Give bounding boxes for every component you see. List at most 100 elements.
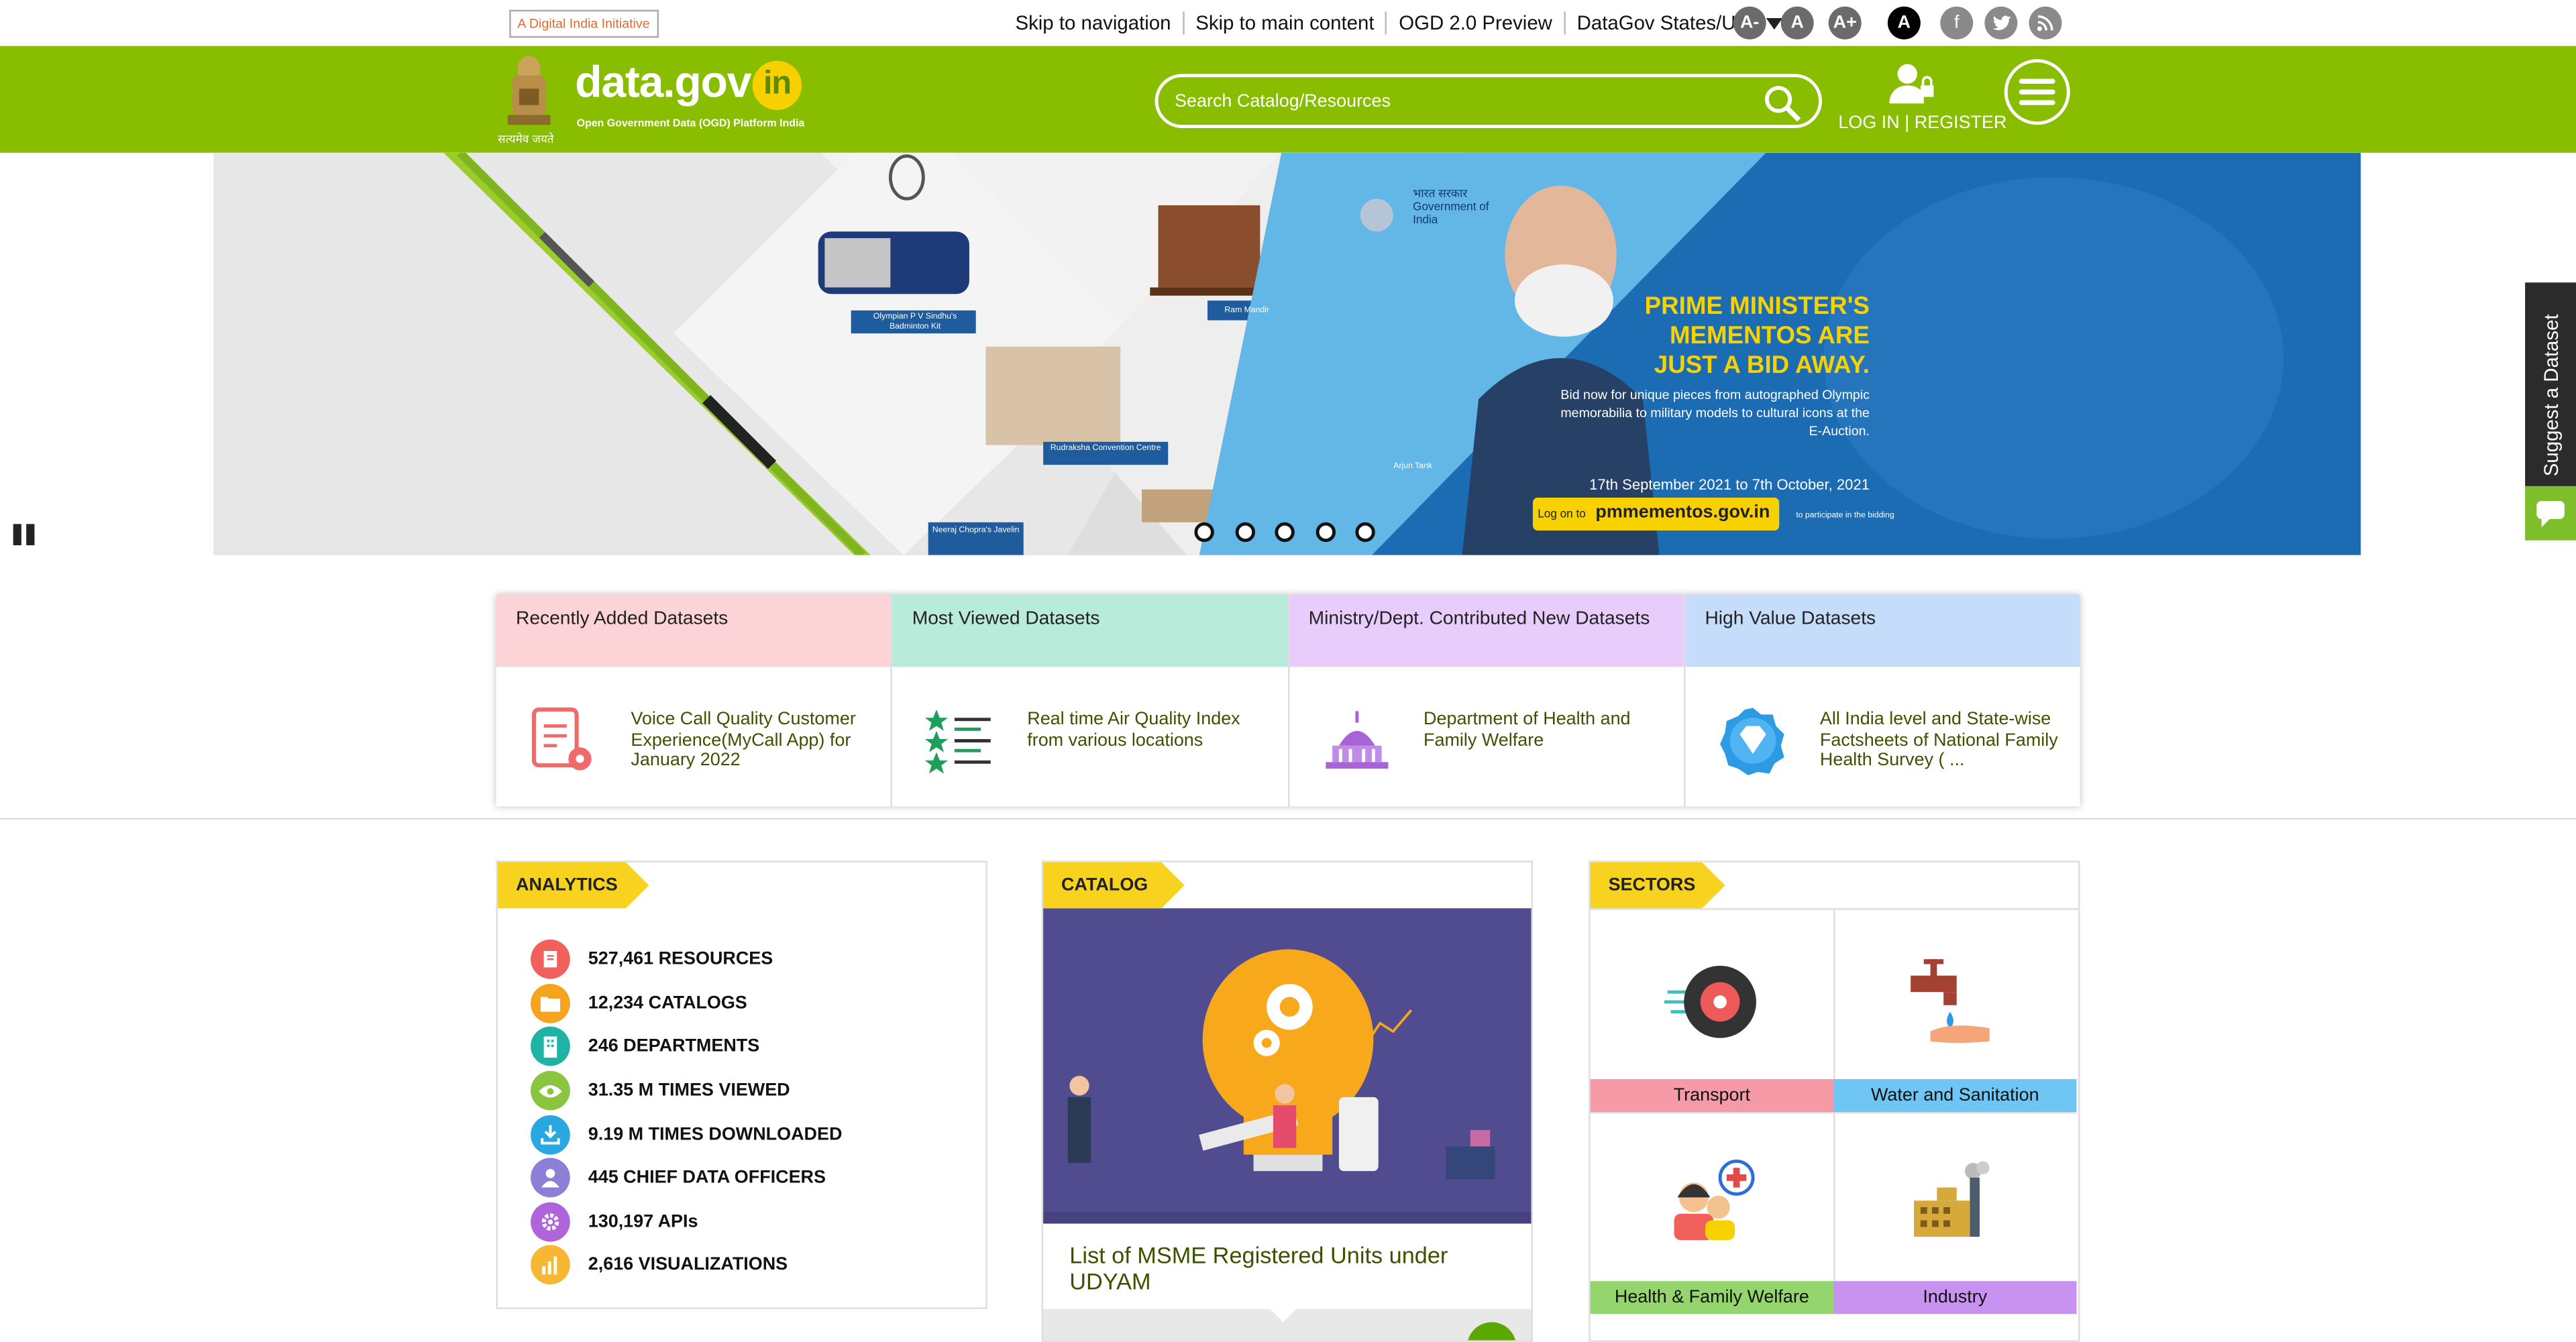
banner-subtext: Bid now for unique pieces from autograph… [1560, 387, 1870, 439]
ogd-preview-link[interactable]: OGD 2.0 Preview [1387, 11, 1566, 35]
stat-catalogs[interactable]: 12,234 CATALOGS [531, 982, 842, 1025]
top-utility-bar: A Digital India Initiative Skip to navig… [0, 0, 2576, 46]
sector-industry[interactable]: Industry [1833, 1112, 2077, 1315]
stat-views[interactable]: 31.35 M TIMES VIEWED [531, 1069, 842, 1113]
top-links: Skip to navigation Skip to main content … [1004, 0, 1794, 46]
catalog-item-title[interactable]: List of MSME Registered Units under UDYA… [1069, 1241, 1497, 1294]
card-header-label: High Value Datasets [1705, 609, 1876, 629]
card-body: All India level and State-wise Factsheet… [1685, 667, 2080, 806]
sectors-title: SECTORS [1590, 862, 1725, 909]
sectors-panel: SECTORS Transport Water and Sanitation H… [1589, 860, 2080, 1342]
skip-to-main-content-link[interactable]: Skip to main content [1184, 11, 1388, 35]
card-header-label: Most Viewed Datasets [912, 609, 1100, 629]
site-header: सत्यमेव जयते data.gov in Open Government … [0, 46, 2576, 153]
banner-site-link[interactable]: pmmementos.gov.in [1595, 502, 1770, 522]
diamond-badge-icon [1719, 708, 1784, 775]
carousel-dot-4[interactable] [1315, 522, 1335, 543]
carousel-dot-2[interactable] [1234, 522, 1254, 543]
catalog-footer [1043, 1308, 1532, 1341]
suggest-dataset-tab[interactable]: Suggest a Dataset [2525, 282, 2576, 486]
search-input[interactable] [1171, 85, 1770, 119]
factory-icon [1914, 1161, 1990, 1237]
sector-water-sanitation[interactable]: Water and Sanitation [1833, 910, 2077, 1114]
sector-transport[interactable]: Transport [1590, 909, 1835, 1114]
card-header-label: Ministry/Dept. Contributed New Datasets [1308, 609, 1650, 629]
banner-graphic [213, 152, 2361, 555]
digital-india-badge[interactable]: A Digital India Initiative [509, 9, 658, 38]
sector-health-family[interactable]: Health & Family Welfare [1590, 1111, 1835, 1315]
site-logo[interactable]: data.gov in [575, 58, 802, 111]
skip-to-navigation-link[interactable]: Skip to navigation [1004, 11, 1185, 35]
login-link[interactable]: LOG IN [1838, 113, 1899, 133]
user-lock-icon[interactable] [1889, 62, 1935, 105]
card-dataset-link[interactable]: All India level and State-wise Factsheet… [1820, 710, 2066, 771]
stat-label: 12,234 CATALOGS [588, 993, 747, 1013]
card-dataset-link[interactable]: Real time Air Quality Index from various… [1027, 710, 1273, 750]
star-list-icon [925, 709, 991, 774]
banner-dates: 17th September 2021 to 7th October, 2021 [1589, 476, 1870, 493]
suggest-dataset-label: Suggest a Dataset [2540, 314, 2563, 477]
stat-downloads[interactable]: 9.19 M TIMES DOWNLOADED [531, 1113, 842, 1156]
catalog-panel: CATALOG List of MSME Registered Units un… [1041, 860, 1533, 1342]
card-ministry-contributed[interactable]: Ministry/Dept. Contributed New Datasets … [1289, 594, 1686, 807]
stat-apis[interactable]: 130,197 APIs [531, 1200, 842, 1243]
carousel-dot-1[interactable] [1194, 522, 1214, 543]
stat-label: 246 DEPARTMENTS [588, 1037, 760, 1057]
search-icon[interactable] [1763, 84, 1803, 123]
search-box [1155, 74, 1822, 129]
card-header: High Value Datasets [1685, 594, 2080, 667]
catalog-next-button[interactable] [1466, 1322, 1517, 1341]
card-dataset-link[interactable]: Voice Call Quality Customer Experience(M… [631, 710, 877, 771]
font-normal-button[interactable]: A [1780, 6, 1814, 40]
chat-icon [2536, 500, 2565, 528]
catalog-pointer-notch [1270, 1308, 1297, 1323]
building-icon [531, 1027, 570, 1067]
rss-icon[interactable] [2029, 6, 2062, 40]
sector-label: Water and Sanitation [1833, 1078, 2077, 1112]
carousel-dot-5[interactable] [1355, 522, 1375, 543]
document-gear-icon [531, 707, 592, 771]
register-link[interactable]: REGISTER [1915, 113, 2007, 133]
stat-cdos[interactable]: 445 CHIEF DATA OFFICERS [531, 1156, 842, 1200]
feedback-chat-button[interactable] [2525, 486, 2576, 541]
card-header: Ministry/Dept. Contributed New Datasets [1289, 594, 1684, 667]
card-recently-added[interactable]: Recently Added Datasets Voice Call Quali… [496, 594, 893, 807]
hero-carousel[interactable]: भारत सरकार Government of India PRIME MIN… [213, 152, 2361, 555]
facebook-icon[interactable]: f [1940, 6, 1974, 40]
tap-icon [1911, 959, 1990, 1044]
card-dataset-link[interactable]: Department of Health and Family Welfare [1424, 710, 1670, 750]
stat-label: 445 CHIEF DATA OFFICERS [588, 1168, 826, 1188]
page: A Digital India Initiative Skip to navig… [0, 0, 2576, 1342]
font-increase-button[interactable]: A+ [1828, 6, 1862, 40]
stat-label: 527,461 RESOURCES [588, 950, 773, 970]
carousel-dots [1194, 522, 1395, 543]
carousel-dot-3[interactable] [1275, 522, 1295, 543]
card-header: Recently Added Datasets [496, 594, 891, 667]
banner-logon-text: Log on to [1538, 509, 1586, 521]
dataset-cards: Recently Added Datasets Voice Call Quali… [496, 594, 2080, 807]
stat-visualizations[interactable]: 2,616 VISUALIZATIONS [531, 1243, 842, 1287]
stat-resources[interactable]: 527,461 RESOURCES [531, 938, 842, 981]
caption-arjun-tank: Arjun Tank [1393, 461, 1432, 471]
contrast-button[interactable]: A [1887, 6, 1921, 40]
font-decrease-button[interactable]: A- [1733, 6, 1766, 40]
menu-button[interactable] [2004, 59, 2070, 125]
stat-departments[interactable]: 246 DEPARTMENTS [531, 1025, 842, 1069]
pause-icon[interactable] [13, 524, 36, 546]
card-body: Department of Health and Family Welfare [1289, 667, 1683, 806]
twitter-icon[interactable] [1984, 6, 2018, 40]
banner-cta: Log on to pmmementos.gov.in to participa… [1538, 502, 1894, 522]
sector-label: Transport [1590, 1078, 1834, 1112]
catalog-illustration[interactable] [1043, 908, 1532, 1224]
caption-ram-mandir: Ram Mandir [1224, 305, 1270, 316]
card-header: Most Viewed Datasets [892, 594, 1287, 667]
datagov-states-label: DataGov States/ULB [1576, 11, 1760, 35]
analytics-title: ANALYTICS [498, 862, 649, 909]
banner-gov-label: भारत सरकार Government of India [1413, 188, 1489, 227]
card-high-value[interactable]: High Value Datasets All India level and … [1685, 594, 2080, 807]
card-most-viewed[interactable]: Most Viewed Datasets Real time Air Quali… [892, 594, 1289, 807]
caption-sindhu: Olympian P V Sindhu's Badminton Kit [873, 312, 957, 332]
caption-rudraksha: Rudraksha Convention Centre [1050, 443, 1161, 453]
catalog-title: CATALOG [1043, 862, 1185, 909]
card-body: Voice Call Quality Customer Experience(M… [496, 667, 891, 806]
